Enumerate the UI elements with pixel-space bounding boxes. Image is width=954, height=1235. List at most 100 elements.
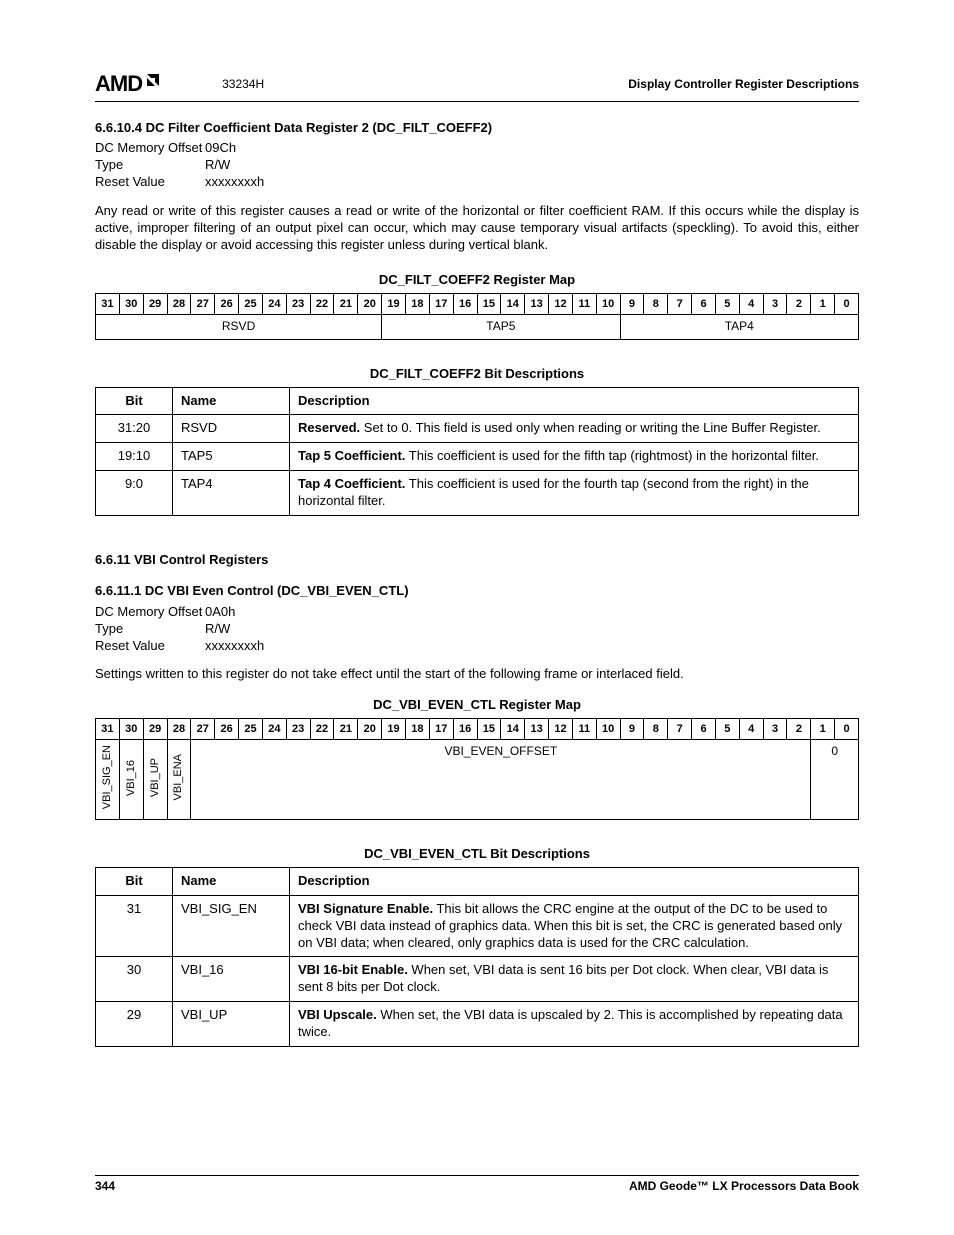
bit-number-cell: 6 — [692, 293, 716, 314]
bit-number-cell: 5 — [715, 293, 739, 314]
bit-number-cell: 6 — [692, 719, 716, 740]
cell-desc: VBI 16-bit Enable. When set, VBI data is… — [290, 957, 859, 1002]
bit-number-cell: 3 — [763, 293, 787, 314]
cell-desc: VBI Signature Enable. This bit allows th… — [290, 895, 859, 957]
cell-name: VBI_16 — [173, 957, 290, 1002]
kv-type-2: TypeR/W — [95, 621, 859, 638]
bit-number-cell: 28 — [167, 293, 191, 314]
bit-number-cell: 15 — [477, 719, 501, 740]
cell-bit: 29 — [96, 1002, 173, 1047]
bit-number-cell: 14 — [501, 719, 525, 740]
bit-number-cell: 22 — [310, 719, 334, 740]
amd-arrow-icon — [144, 70, 162, 96]
bit-number-cell: 1 — [811, 293, 835, 314]
cell-bit: 31:20 — [96, 415, 173, 443]
bit-number-cell: 14 — [501, 293, 525, 314]
bit-number-cell: 25 — [239, 719, 263, 740]
doc-number: 33234H — [222, 77, 264, 93]
bit-number-cell: 0 — [835, 293, 859, 314]
regmap-title-1: DC_FILT_COEFF2 Register Map — [95, 272, 859, 289]
bit-number-cell: 7 — [668, 293, 692, 314]
bit-number-cell: 3 — [763, 719, 787, 740]
cell-bit: 19:10 — [96, 443, 173, 471]
bit-number-cell: 31 — [96, 719, 120, 740]
field-vbi-16: VBI_16 — [119, 740, 143, 820]
bit-number-cell: 9 — [620, 719, 644, 740]
bit-number-cell: 24 — [262, 719, 286, 740]
field-vbi-sig-en: VBI_SIG_EN — [96, 740, 120, 820]
section-heading-vbi-group: 6.6.11 VBI Control Registers — [95, 552, 859, 569]
cell-name: TAP5 — [173, 443, 290, 471]
section-heading-filt-coeff2: 6.6.10.4 DC Filter Coefficient Data Regi… — [95, 120, 859, 137]
cell-desc: Tap 5 Coefficient. This coefficient is u… — [290, 443, 859, 471]
section-para-2: Settings written to this register do not… — [95, 666, 859, 683]
header-section-title: Display Controller Register Descriptions — [628, 77, 859, 93]
bit-number-cell: 26 — [215, 719, 239, 740]
bit-number-cell: 15 — [477, 293, 501, 314]
bit-number-cell: 7 — [668, 719, 692, 740]
bit-number-cell: 2 — [787, 719, 811, 740]
bit-number-cell: 19 — [382, 719, 406, 740]
bit-number-cell: 5 — [715, 719, 739, 740]
table-row: 31:20RSVDReserved. Set to 0. This field … — [96, 415, 859, 443]
table-row: 9:0TAP4Tap 4 Coefficient. This coefficie… — [96, 471, 859, 516]
table-row: 31VBI_SIG_ENVBI Signature Enable. This b… — [96, 895, 859, 957]
bit-number-cell: 17 — [429, 719, 453, 740]
bitdesc-title-1: DC_FILT_COEFF2 Bit Descriptions — [95, 366, 859, 383]
bit-number-cell: 19 — [382, 293, 406, 314]
field-tap5: TAP5 — [382, 315, 620, 340]
bit-number-cell: 27 — [191, 293, 215, 314]
section-heading-vbi-even: 6.6.11.1 DC VBI Even Control (DC_VBI_EVE… — [95, 583, 859, 600]
table-row: 30VBI_16VBI 16-bit Enable. When set, VBI… — [96, 957, 859, 1002]
cell-desc: VBI Upscale. When set, the VBI data is u… — [290, 1002, 859, 1047]
bitdesc-table-2: Bit Name Description 31VBI_SIG_ENVBI Sig… — [95, 867, 859, 1047]
table-row: 29VBI_UPVBI Upscale. When set, the VBI d… — [96, 1002, 859, 1047]
kv-offset-2: DC Memory Offset0A0h — [95, 604, 859, 621]
cell-desc: Reserved. Set to 0. This field is used o… — [290, 415, 859, 443]
bit-number-cell: 30 — [119, 293, 143, 314]
bit-number-cell: 2 — [787, 293, 811, 314]
bit-number-cell: 12 — [549, 293, 573, 314]
th-desc-2: Description — [290, 867, 859, 895]
cell-name: TAP4 — [173, 471, 290, 516]
page-number: 344 — [95, 1179, 115, 1195]
bit-number-cell: 18 — [405, 719, 429, 740]
bit-number-cell: 13 — [525, 719, 549, 740]
bit-number-cell: 18 — [405, 293, 429, 314]
bit-number-cell: 12 — [549, 719, 573, 740]
kv-reset: Reset Valuexxxxxxxxh — [95, 174, 859, 191]
field-vbi-even-offset: VBI_EVEN_OFFSET — [191, 740, 811, 820]
th-desc: Description — [290, 387, 859, 415]
logo-text: AMD — [95, 70, 142, 99]
bit-number-cell: 0 — [835, 719, 859, 740]
bit-number-cell: 11 — [572, 719, 596, 740]
bit-number-cell: 10 — [596, 293, 620, 314]
bit-number-cell: 16 — [453, 293, 477, 314]
bit-number-cell: 11 — [572, 293, 596, 314]
th-name: Name — [173, 387, 290, 415]
cell-bit: 30 — [96, 957, 173, 1002]
bit-number-cell: 25 — [239, 293, 263, 314]
bit-number-cell: 31 — [96, 293, 120, 314]
cell-name: VBI_SIG_EN — [173, 895, 290, 957]
bit-number-cell: 23 — [286, 719, 310, 740]
cell-bit: 9:0 — [96, 471, 173, 516]
kv-reset-2: Reset Valuexxxxxxxxh — [95, 638, 859, 655]
bit-number-cell: 20 — [358, 719, 382, 740]
cell-name: VBI_UP — [173, 1002, 290, 1047]
cell-name: RSVD — [173, 415, 290, 443]
amd-logo: AMD — [95, 70, 162, 99]
th-name-2: Name — [173, 867, 290, 895]
cell-bit: 31 — [96, 895, 173, 957]
bit-number-cell: 21 — [334, 719, 358, 740]
bit-number-cell: 22 — [310, 293, 334, 314]
bit-number-cell: 28 — [167, 719, 191, 740]
regmap-table-1: 3130292827262524232221201918171615141312… — [95, 293, 859, 340]
field-tap4: TAP4 — [620, 315, 858, 340]
bit-number-cell: 10 — [596, 719, 620, 740]
cell-desc: Tap 4 Coefficient. This coefficient is u… — [290, 471, 859, 516]
bit-number-cell: 23 — [286, 293, 310, 314]
bit-number-cell: 8 — [644, 293, 668, 314]
bitdesc-table-1: Bit Name Description 31:20RSVDReserved. … — [95, 387, 859, 516]
th-bit-2: Bit — [96, 867, 173, 895]
